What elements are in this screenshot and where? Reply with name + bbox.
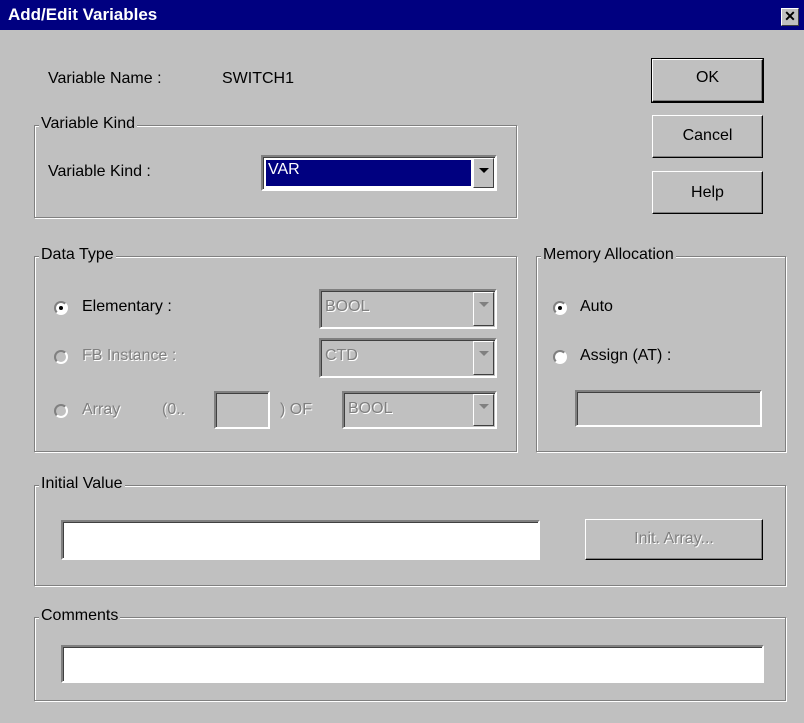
chevron-down-icon[interactable] <box>473 158 494 188</box>
array-size-input[interactable] <box>214 391 270 429</box>
assign-at-label: Assign (AT) : <box>580 347 672 364</box>
variable-kind-group-title: Variable Kind <box>39 115 137 133</box>
fb-instance-radio[interactable] <box>54 350 68 364</box>
assign-at-input[interactable] <box>575 390 762 427</box>
elementary-radio[interactable] <box>54 301 68 315</box>
array-range-prefix: (0.. <box>162 401 186 418</box>
elementary-type-select[interactable]: BOOL <box>319 289 497 329</box>
fb-instance-select[interactable]: CTD <box>319 338 497 378</box>
chevron-down-icon[interactable] <box>473 341 494 375</box>
comments-group-title: Comments <box>39 607 121 625</box>
assign-at-radio[interactable] <box>553 350 567 364</box>
array-label: Array <box>82 401 121 418</box>
window-title: Add/Edit Variables <box>8 5 158 24</box>
ok-button[interactable]: OK <box>651 58 764 103</box>
variable-name-value: SWITCH1 <box>222 70 294 87</box>
elementary-label: Elementary : <box>82 298 172 315</box>
array-type-select[interactable]: BOOL <box>342 391 497 429</box>
array-range-suffix: ) OF <box>280 401 312 418</box>
variable-kind-select[interactable]: VAR <box>261 155 497 191</box>
initial-value-group-title: Initial Value <box>39 475 125 493</box>
data-type-group-title: Data Type <box>39 246 116 264</box>
memory-allocation-group-title: Memory Allocation <box>541 246 676 264</box>
chevron-down-icon[interactable] <box>473 292 494 326</box>
close-icon[interactable]: ✕ <box>781 8 799 26</box>
auto-label: Auto <box>580 298 613 315</box>
variable-kind-selection: VAR <box>266 160 471 186</box>
chevron-down-icon[interactable] <box>473 394 494 426</box>
init-array-button[interactable]: Init. Array... <box>585 519 763 560</box>
auto-radio[interactable] <box>553 301 567 315</box>
variable-name-label: Variable Name : <box>48 70 162 87</box>
title-bar: Add/Edit Variables ✕ <box>0 0 804 30</box>
cancel-button[interactable]: Cancel <box>652 115 763 158</box>
comments-input[interactable] <box>61 645 764 683</box>
fb-instance-label: FB Instance : <box>82 347 177 364</box>
help-button[interactable]: Help <box>652 171 763 214</box>
initial-value-input[interactable] <box>61 520 540 560</box>
variable-kind-label: Variable Kind : <box>48 163 151 180</box>
array-radio[interactable] <box>54 404 68 418</box>
